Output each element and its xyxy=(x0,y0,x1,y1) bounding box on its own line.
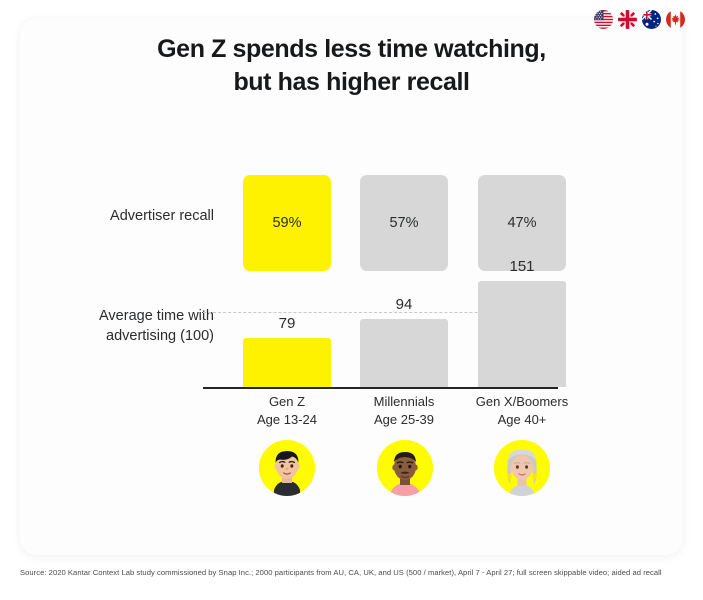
bar-time-gen-x-boomers xyxy=(478,281,566,387)
x-axis-line xyxy=(203,387,558,389)
bar-value-recall-gen-x-boomers: 47% xyxy=(507,215,537,231)
bar-value-time-gen-x-boomers-text: 151 xyxy=(509,258,535,275)
row-label-average-time: Average time with advertising (100) xyxy=(40,307,214,346)
bar-value-recall-millennials: 57% xyxy=(389,215,419,231)
bar-value-time-gen-z-text: 79 xyxy=(278,315,296,332)
cohort-label-millennials: Millennials Age 25-39 xyxy=(350,393,458,428)
bar-value-time-gen-x-boomers: 151 xyxy=(478,258,566,275)
row-label-advertiser-recall: Advertiser recall xyxy=(110,208,214,224)
row-label-average-time-text: Average time with advertising (100) xyxy=(99,308,214,344)
cohort-label-gen-z: Gen Z Age 13-24 xyxy=(233,393,341,428)
chart: Advertiser recall 59% 57% 47% Average ti… xyxy=(0,0,663,537)
bar-recall-gen-z: 59% xyxy=(243,175,331,271)
avatar-gen-x-boomers xyxy=(494,440,550,496)
cohort-age-millennials: Age 25-39 xyxy=(374,411,434,427)
avatar-gen-z xyxy=(259,440,315,496)
cohort-name-millennials: Millennials xyxy=(373,394,435,409)
bar-value-recall-gen-z: 59% xyxy=(272,215,302,231)
flag-ca-icon xyxy=(666,10,685,29)
cohort-name-gen-x-boomers: Gen X/Boomers xyxy=(475,394,569,409)
cohort-name-gen-z: Gen Z xyxy=(268,394,306,409)
bar-value-time-millennials-text: 94 xyxy=(395,296,413,313)
cohort-age-gen-z: Age 13-24 xyxy=(257,411,317,427)
bar-time-millennials xyxy=(360,319,448,387)
cohort-label-gen-x-boomers: Gen X/Boomers Age 40+ xyxy=(468,393,576,428)
bar-recall-gen-x-boomers: 47% xyxy=(478,175,566,271)
source-footnote: Source: 2020 Kantar Context Lab study co… xyxy=(20,568,662,577)
cohort-age-gen-x-boomers: Age 40+ xyxy=(497,411,547,427)
avatar-millennials xyxy=(377,440,433,496)
bar-value-time-gen-z: 79 xyxy=(243,315,331,332)
bar-time-gen-z xyxy=(243,338,331,387)
bar-recall-millennials: 57% xyxy=(360,175,448,271)
bar-value-time-millennials: 94 xyxy=(360,296,448,313)
